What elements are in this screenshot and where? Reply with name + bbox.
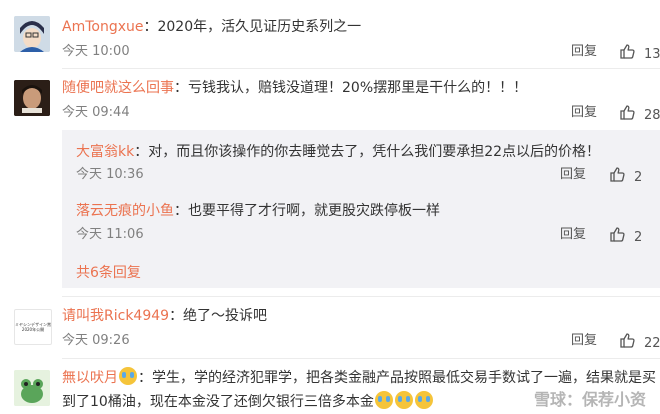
crying-emoji-icon xyxy=(374,391,393,409)
reply-time: 今天 11:06 xyxy=(76,227,144,242)
like-button[interactable]: 13 xyxy=(620,43,660,64)
sub-replies-panel: 大富翁kk：对，而且你该操作的你去睡觉去了，凭什么我们要承担22点以后的价格！ … xyxy=(62,130,660,288)
thumbs-up-icon xyxy=(620,44,635,59)
like-count: 13 xyxy=(644,47,660,62)
reply-text: ：对，而且你该操作的你去睡觉去了，凭什么我们要承担22点以后的价格！ xyxy=(134,144,601,160)
like-count: 28 xyxy=(644,108,660,123)
comment-text: ：亏钱我认，赔钱没道理！20%摆那里是干什么的！！！ xyxy=(174,80,528,96)
comment-text: ：2020年，活久见证历史系列之一 xyxy=(143,19,362,35)
avatar[interactable]: ミヤシンデザイン賞 2020年公開 xyxy=(14,309,52,345)
crying-emoji-icon xyxy=(414,391,433,409)
like-button[interactable]: 2 xyxy=(610,166,642,187)
like-button[interactable]: 22 xyxy=(620,332,660,353)
avatar-anime-icon xyxy=(14,16,50,52)
comment-time: 今天 09:44 xyxy=(62,105,130,120)
reply-button[interactable]: 回复 xyxy=(571,332,597,350)
show-more-replies-link[interactable]: 共6条回复 xyxy=(76,262,141,282)
like-count: 2 xyxy=(634,170,643,185)
comment-time: 今天 10:00 xyxy=(62,44,130,59)
comment-body-line1: 無以吠月 ：学生，学的经济犯罪学，把各类金融产品按照最低交易手数试了一遍，结果就是… xyxy=(62,367,656,388)
comment-body: 随便吧就这么回事：亏钱我认，赔钱没道理！20%摆那里是干什么的！！！ xyxy=(62,78,527,98)
reply-button[interactable]: 回复 xyxy=(560,226,586,244)
reply-button[interactable]: 回复 xyxy=(571,43,597,61)
thumbs-up-icon xyxy=(610,227,625,242)
like-button[interactable]: 28 xyxy=(620,104,660,125)
avatar-photo-icon xyxy=(14,80,50,116)
sub-reply-body: 落云无痕的小鱼：也要平得了才行啊，就更股灾跌停板一样 xyxy=(76,201,440,221)
username-link[interactable]: 無以吠月 xyxy=(62,370,118,386)
comment-body-line2: 到了10桶油，现在本金没了还倒欠银行三倍多本金 xyxy=(62,391,434,412)
username-link[interactable]: 请叫我Rick4949 xyxy=(62,308,169,324)
thumbs-up-icon xyxy=(620,333,635,348)
reply-button[interactable]: 回复 xyxy=(560,166,586,184)
watermark: 雪球：保荐小资 xyxy=(533,390,646,409)
comment-text: ：绝了～投诉吧 xyxy=(169,308,268,324)
reply-text: ：也要平得了才行啊，就更股灾跌停板一样 xyxy=(174,203,440,219)
username-link[interactable]: 落云无痕的小鱼 xyxy=(76,203,174,219)
thumbs-up-icon xyxy=(620,105,635,120)
reply-button[interactable]: 回复 xyxy=(571,104,597,122)
avatar[interactable] xyxy=(14,80,50,116)
comment-body: AmTongxue：2020年，活久见证历史系列之一 xyxy=(62,17,361,37)
avatar[interactable] xyxy=(14,370,50,406)
username-link[interactable]: AmTongxue xyxy=(62,19,143,35)
comment-body: 请叫我Rick4949：绝了～投诉吧 xyxy=(62,306,267,326)
comment-text: ：学生，学的经济犯罪学，把各类金融产品按照最低交易手数试了一遍，结果就是买 xyxy=(138,370,656,386)
crying-emoji-icon xyxy=(394,391,413,409)
crying-emoji-icon xyxy=(119,367,137,385)
thumbs-up-icon xyxy=(610,167,625,182)
comment-text: 到了10桶油，现在本金没了还倒欠银行三倍多本金 xyxy=(62,394,374,410)
avatar[interactable] xyxy=(14,16,50,52)
like-button[interactable]: 2 xyxy=(610,226,642,247)
divider xyxy=(62,296,660,297)
avatar-text: ミヤシンデザイン賞 2020年公開 xyxy=(15,322,51,332)
sub-reply-body: 大富翁kk：对，而且你该操作的你去睡觉去了，凭什么我们要承担22点以后的价格！ xyxy=(76,142,600,162)
avatar-frog-icon xyxy=(14,370,50,406)
like-count: 22 xyxy=(644,336,660,351)
reply-time: 今天 10:36 xyxy=(76,167,144,182)
divider xyxy=(62,68,660,69)
divider xyxy=(62,358,660,359)
username-link[interactable]: 随便吧就这么回事 xyxy=(62,80,174,96)
comment-time: 今天 09:26 xyxy=(62,333,130,348)
username-link[interactable]: 大富翁kk xyxy=(76,144,134,160)
like-count: 2 xyxy=(634,230,643,245)
